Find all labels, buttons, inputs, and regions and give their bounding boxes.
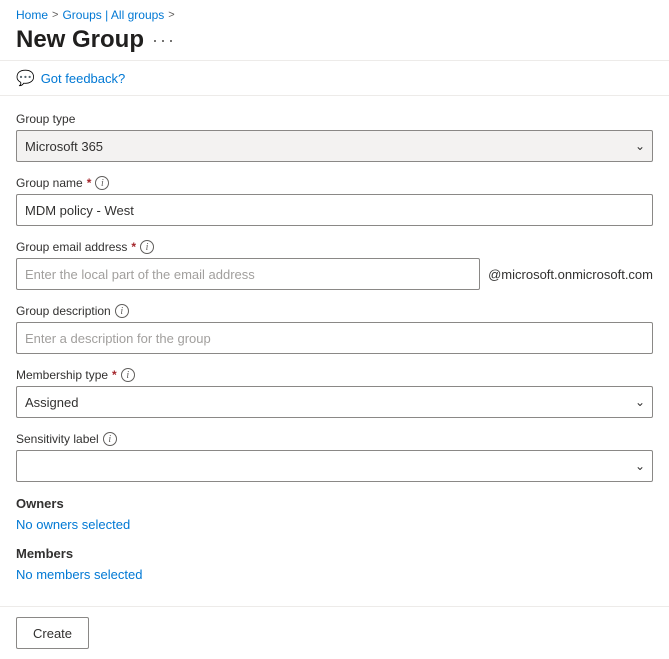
group-type-field: Group type Microsoft 365 ⌄	[16, 112, 653, 162]
membership-type-info-icon[interactable]: i	[121, 368, 135, 382]
owners-section: Owners No owners selected	[16, 496, 653, 532]
email-suffix: @microsoft.onmicrosoft.com	[488, 267, 653, 282]
group-description-field: Group description i	[16, 304, 653, 354]
owners-link[interactable]: No owners selected	[16, 517, 130, 532]
membership-type-label: Membership type * i	[16, 368, 653, 382]
group-name-field: Group name * i	[16, 176, 653, 226]
more-options-icon[interactable]: ···	[152, 30, 176, 51]
footer-bar: Create	[0, 606, 669, 659]
group-description-info-icon[interactable]: i	[115, 304, 129, 318]
group-description-input[interactable]	[16, 322, 653, 354]
page-header: New Group ···	[0, 26, 669, 60]
sensitivity-label-select[interactable]	[16, 450, 653, 482]
membership-type-required: *	[112, 368, 117, 382]
sensitivity-label-select-wrapper: ⌄	[16, 450, 653, 482]
group-email-info-icon[interactable]: i	[140, 240, 154, 254]
group-type-select-wrapper: Microsoft 365 ⌄	[16, 130, 653, 162]
sensitivity-label-label: Sensitivity label i	[16, 432, 653, 446]
sensitivity-label-field: Sensitivity label i ⌄	[16, 432, 653, 482]
membership-type-select-wrapper: Assigned Dynamic User Dynamic Device ⌄	[16, 386, 653, 418]
membership-type-select[interactable]: Assigned Dynamic User Dynamic Device	[16, 386, 653, 418]
group-name-label: Group name * i	[16, 176, 653, 190]
content-area: Group type Microsoft 365 ⌄ Group name * …	[0, 96, 669, 606]
feedback-label: Got feedback?	[41, 71, 126, 86]
membership-type-field: Membership type * i Assigned Dynamic Use…	[16, 368, 653, 418]
breadcrumb-sep1: >	[52, 9, 58, 21]
owners-heading: Owners	[16, 496, 653, 511]
group-type-select[interactable]: Microsoft 365	[16, 130, 653, 162]
feedback-bar[interactable]: 💬 Got feedback?	[0, 61, 669, 95]
members-link[interactable]: No members selected	[16, 567, 142, 582]
group-name-info-icon[interactable]: i	[95, 176, 109, 190]
group-email-required: *	[131, 240, 136, 254]
page-title: New Group	[16, 26, 144, 54]
group-email-label: Group email address * i	[16, 240, 653, 254]
members-heading: Members	[16, 546, 653, 561]
members-section: Members No members selected	[16, 546, 653, 582]
breadcrumb-sep2: >	[168, 9, 174, 21]
group-name-input[interactable]	[16, 194, 653, 226]
page-wrapper: Home > Groups | All groups > New Group ·…	[0, 0, 669, 659]
group-name-required: *	[87, 176, 92, 190]
breadcrumb-groups[interactable]: Groups | All groups	[62, 8, 164, 22]
email-row: @microsoft.onmicrosoft.com	[16, 258, 653, 290]
breadcrumb-home[interactable]: Home	[16, 8, 48, 22]
feedback-icon: 💬	[16, 69, 35, 87]
group-email-input[interactable]	[16, 258, 480, 290]
breadcrumb: Home > Groups | All groups >	[0, 0, 669, 26]
sensitivity-label-info-icon[interactable]: i	[103, 432, 117, 446]
group-description-label: Group description i	[16, 304, 653, 318]
group-type-label: Group type	[16, 112, 653, 126]
create-button[interactable]: Create	[16, 617, 89, 649]
group-email-field: Group email address * i @microsoft.onmic…	[16, 240, 653, 290]
